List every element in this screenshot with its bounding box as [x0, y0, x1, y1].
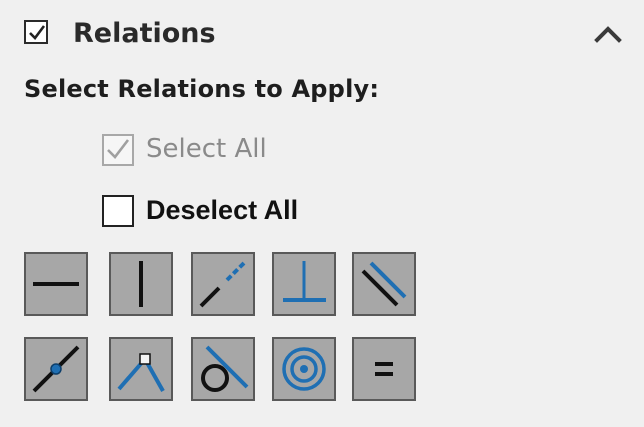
relations-subtitle: Select Relations to Apply:	[24, 75, 380, 103]
checkmark-icon	[107, 139, 130, 159]
section-title: Relations	[73, 18, 216, 49]
parallel-relation-icon	[361, 261, 407, 307]
chevron-up-icon[interactable]	[588, 20, 628, 50]
deselect-all-label: Deselect All	[146, 195, 299, 225]
checkmark-icon	[29, 25, 46, 40]
concentric-relation-button[interactable]	[272, 337, 336, 401]
concentric-relation-icon	[282, 347, 326, 391]
coincident-relation-icon	[117, 353, 165, 392]
deselect-all-checkbox[interactable]	[102, 195, 134, 227]
equal-relation-button[interactable]	[352, 337, 416, 401]
perpendicular-relation-icon	[283, 261, 326, 302]
tangent-relation-icon	[201, 345, 249, 392]
collinear-relation-icon	[199, 260, 247, 308]
tangent-relation-button[interactable]	[191, 337, 255, 401]
vertical-relation-icon	[139, 261, 143, 307]
horizontal-relation-icon	[33, 282, 79, 286]
relations-section-header: Relations	[0, 0, 644, 70]
collinear-relation-button[interactable]	[191, 252, 255, 316]
horizontal-relation-button[interactable]	[24, 252, 88, 316]
select-all-label: Select All	[146, 134, 267, 164]
perpendicular-relation-button[interactable]	[272, 252, 336, 316]
coincident-relation-button[interactable]	[109, 337, 173, 401]
midpoint-relation-button[interactable]	[24, 337, 88, 401]
relations-enable-checkbox[interactable]	[24, 20, 48, 44]
equal-relation-icon	[375, 362, 393, 376]
vertical-relation-button[interactable]	[109, 252, 173, 316]
midpoint-relation-icon	[32, 345, 80, 393]
parallel-relation-button[interactable]	[352, 252, 416, 316]
select-all-checkbox[interactable]	[102, 134, 134, 166]
